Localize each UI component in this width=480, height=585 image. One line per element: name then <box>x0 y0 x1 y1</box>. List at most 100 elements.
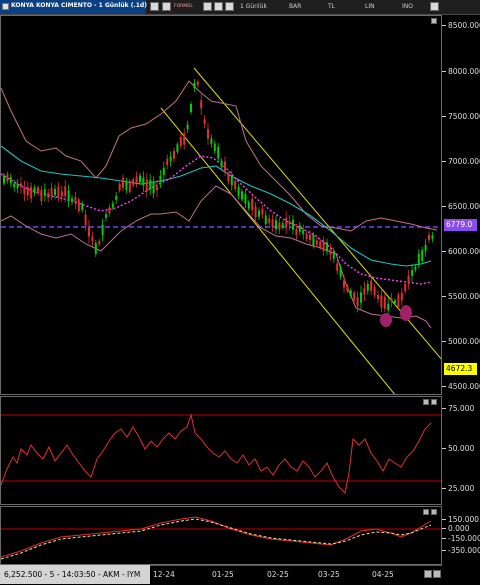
candle-body <box>84 214 87 226</box>
candle-body <box>203 119 206 125</box>
candle-body <box>394 300 396 304</box>
candle-body <box>71 198 73 202</box>
macd-pane[interactable] <box>0 506 442 565</box>
macd-pane-min-icon[interactable] <box>423 509 429 515</box>
candle-body <box>285 218 288 228</box>
rsi-axis-label: 75.000 <box>448 404 475 413</box>
candle-body <box>390 298 393 302</box>
candle-body <box>383 297 386 309</box>
price-axis-label: 8500.000 <box>448 21 480 30</box>
candle-body <box>13 183 16 188</box>
candle-body <box>332 251 335 259</box>
indicator-menu[interactable]: INO <box>402 3 413 10</box>
rsi-axis-label: 50.000 <box>448 444 475 453</box>
candle-body <box>145 179 148 192</box>
candle-body <box>339 267 342 277</box>
candle-body <box>111 203 114 208</box>
candle-body <box>411 270 413 276</box>
candle-body <box>315 240 318 245</box>
candle-body <box>40 190 43 202</box>
scale-menu[interactable]: LIN <box>365 3 375 10</box>
candle-body <box>183 133 186 145</box>
candle-body <box>251 198 254 211</box>
candle-body <box>428 234 430 241</box>
candle-body <box>77 199 80 211</box>
candle-body <box>9 176 12 184</box>
price-axis: 8500.000 8000.000 7500.000 7000.000 6500… <box>442 15 480 395</box>
chart-type-menu[interactable]: BAR <box>289 3 301 10</box>
candle-body <box>278 222 281 230</box>
macd-axis-label: -350.000 <box>448 546 480 555</box>
price-pane-close-icon[interactable] <box>431 18 437 24</box>
rsi-pane-min-icon[interactable] <box>423 399 429 405</box>
rsi-chart <box>1 413 441 495</box>
candle-body <box>407 275 410 284</box>
candle-body <box>91 236 94 242</box>
price-axis-label: 8000.000 <box>448 67 480 76</box>
candle-body <box>57 186 60 198</box>
color-icon[interactable] <box>150 2 159 11</box>
candle-body <box>380 295 383 308</box>
macd-signal-line <box>1 518 432 560</box>
macd-axis: 150.000 0.000 -150.000 -350.000 <box>442 506 480 565</box>
candle-body <box>244 193 247 204</box>
candle-body <box>98 241 101 245</box>
candle-body <box>268 218 271 224</box>
candle-body <box>173 150 175 159</box>
currency-menu[interactable]: TL <box>328 3 335 10</box>
window-icon[interactable] <box>2 3 9 10</box>
rsi-pane[interactable] <box>0 396 442 505</box>
candle-body <box>400 292 403 301</box>
price-axis-label: 6500.000 <box>448 202 480 211</box>
candle-body <box>43 189 46 196</box>
macd-axis-label: 150.000 <box>448 515 480 524</box>
candle-body <box>322 240 325 252</box>
candle-body <box>118 183 121 191</box>
rsi-axis: 75.000 50.000 25.000 <box>442 396 480 505</box>
signal-marker-1 <box>380 313 392 327</box>
formula-icon[interactable] <box>162 2 171 11</box>
candle-body <box>329 249 332 255</box>
tool-icon-2[interactable] <box>214 2 223 11</box>
candle-body <box>122 178 124 188</box>
candle-body <box>108 207 111 214</box>
candle-body <box>37 187 39 194</box>
price-axis-label: 7500.000 <box>448 112 480 121</box>
candle-body <box>139 175 141 183</box>
candle-body <box>414 266 417 270</box>
scroll-left-icon[interactable] <box>424 570 432 578</box>
price-axis-label: 4500.000 <box>448 382 480 391</box>
candle-body <box>67 190 70 202</box>
price-pane[interactable] <box>0 15 442 395</box>
candle-body <box>271 219 274 227</box>
macd-axis-label: 0.000 <box>448 524 470 533</box>
formula-label[interactable]: FORMÜL <box>174 4 193 9</box>
candle-body <box>6 173 9 182</box>
candle-body <box>349 290 352 297</box>
tool-icon-3[interactable] <box>225 2 234 11</box>
rsi-pane-close-icon[interactable] <box>431 399 437 405</box>
candle-body <box>162 167 165 175</box>
candle-body <box>105 214 107 218</box>
candle-body <box>101 224 104 236</box>
sma-line <box>1 145 432 267</box>
candle-body <box>115 196 118 200</box>
scroll-right-icon[interactable] <box>433 570 441 578</box>
period-menu[interactable]: 1 Günlük <box>240 3 267 10</box>
candle-body <box>353 292 356 301</box>
candle-body <box>275 220 277 230</box>
candle-body <box>295 228 298 235</box>
candle-body <box>186 124 189 130</box>
candle-body <box>47 192 50 198</box>
tool-icon-1[interactable] <box>203 2 212 11</box>
candle-body <box>224 161 226 171</box>
candle-body <box>196 81 199 86</box>
window-title: KONYA KONYA CIMENTO - 1 Günlük (.1d) <box>11 2 147 9</box>
candle-body <box>94 243 97 254</box>
candle-body <box>404 283 407 292</box>
macd-chart <box>1 516 441 560</box>
time-axis-label: 04-25 <box>372 570 394 579</box>
close-icon[interactable] <box>430 2 439 11</box>
candle-body <box>159 175 162 183</box>
macd-pane-close-icon[interactable] <box>431 509 437 515</box>
